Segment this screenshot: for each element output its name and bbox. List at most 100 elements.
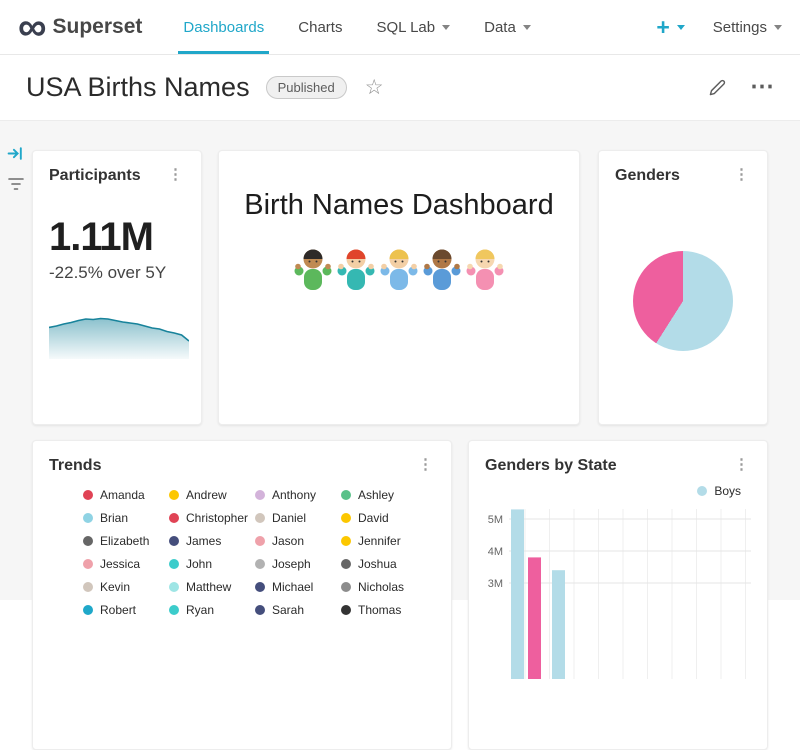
- favorite-star-icon[interactable]: ☆: [365, 75, 384, 100]
- chevron-down-icon: [442, 25, 450, 30]
- legend-dot: [341, 605, 351, 615]
- filter-rail: [7, 145, 24, 191]
- legend-item[interactable]: Jessica: [83, 557, 169, 571]
- big-number-subtitle: -22.5% over 5Y: [49, 263, 185, 283]
- legend-item[interactable]: Elizabeth: [83, 534, 169, 548]
- new-item-button[interactable]: +: [656, 16, 684, 39]
- legend-dot: [83, 605, 93, 615]
- legend-label: Joshua: [358, 557, 397, 571]
- legend-label: Jessica: [100, 557, 140, 571]
- legend-item[interactable]: Nicholas: [341, 580, 427, 594]
- legend-label: John: [186, 557, 212, 571]
- legend-item[interactable]: James: [169, 534, 255, 548]
- legend-label[interactable]: Boys: [714, 484, 741, 498]
- settings-menu[interactable]: Settings: [713, 19, 782, 36]
- superset-logo[interactable]: ∞ Superset: [18, 0, 142, 54]
- child-figure: [337, 246, 375, 292]
- legend-label: Brian: [100, 511, 128, 525]
- legend-dot: [255, 536, 265, 546]
- legend-item[interactable]: John: [169, 557, 255, 571]
- legend-item[interactable]: Ryan: [169, 603, 255, 617]
- legend-label: Elizabeth: [100, 534, 149, 548]
- legend-dot: [341, 559, 351, 569]
- legend-dot: [169, 559, 179, 569]
- legend-label: Ryan: [186, 603, 214, 617]
- legend-dot: [83, 490, 93, 500]
- filter-icon[interactable]: [8, 177, 24, 191]
- genders-pie-chart[interactable]: [633, 251, 733, 351]
- chevron-down-icon: [677, 25, 685, 30]
- legend-label: James: [186, 534, 221, 548]
- legend-item[interactable]: Jennifer: [341, 534, 427, 548]
- legend-item[interactable]: Matthew: [169, 580, 255, 594]
- trends-legend: Amanda AndrewAnthony Ashley Brian Christophe…: [49, 488, 435, 617]
- gbs-legend: Boys: [485, 484, 751, 498]
- trends-card: Trends ⋮ Amanda AndrewAnthony Ashley Brian C…: [32, 440, 452, 750]
- legend-label: Ashley: [358, 488, 394, 502]
- kebab-menu-icon[interactable]: ⋮: [166, 167, 185, 182]
- legend-dot: [255, 513, 265, 523]
- nav-item-charts[interactable]: Charts: [281, 0, 359, 54]
- legend-item[interactable]: Amanda: [83, 488, 169, 502]
- expand-filter-bar-icon[interactable]: [7, 145, 24, 162]
- legend-item[interactable]: Andrew: [169, 488, 255, 502]
- card-head: Trends ⋮: [49, 457, 435, 475]
- legend-item[interactable]: Ashley: [341, 488, 427, 502]
- kebab-menu-icon[interactable]: ⋮: [416, 457, 435, 472]
- legend-item[interactable]: David: [341, 511, 427, 525]
- chevron-down-icon: [523, 25, 531, 30]
- genders-card: Genders ⋮: [598, 150, 768, 425]
- participants-card: Participants ⋮ 1.11M -22.5% over 5Y: [32, 150, 202, 425]
- legend-label: David: [358, 511, 389, 525]
- legend-dot: [341, 536, 351, 546]
- dashboard-heading: Birth Names Dashboard: [235, 189, 563, 222]
- published-badge[interactable]: Published: [266, 76, 347, 99]
- plus-icon: +: [656, 16, 669, 39]
- child-figure: [423, 246, 461, 292]
- legend-item[interactable]: Thomas: [341, 603, 427, 617]
- legend-item[interactable]: Joseph: [255, 557, 341, 571]
- markdown-card: Birth Names Dashboard: [218, 150, 580, 425]
- legend-label: Robert: [100, 603, 136, 617]
- legend-dot: [169, 605, 179, 615]
- legend-dot: [341, 513, 351, 523]
- nav-item-data[interactable]: Data: [467, 0, 548, 54]
- legend-item[interactable]: Brian: [83, 511, 169, 525]
- legend-label: Thomas: [358, 603, 401, 617]
- page-title: USA Births Names: [26, 72, 250, 103]
- legend-item[interactable]: Kevin: [83, 580, 169, 594]
- legend-label: Michael: [272, 580, 313, 594]
- legend-label: Matthew: [186, 580, 231, 594]
- legend-dot: [255, 490, 265, 500]
- dashboard-header: USA Births Names Published ☆ ⋯: [0, 55, 800, 121]
- legend-label: Kevin: [100, 580, 130, 594]
- more-options-icon[interactable]: ⋯: [750, 80, 774, 94]
- legend-item[interactable]: Jason: [255, 534, 341, 548]
- legend-label: Amanda: [100, 488, 145, 502]
- card-head: Genders by State ⋮: [485, 457, 751, 475]
- legend-dot: [169, 536, 179, 546]
- edit-pencil-icon[interactable]: [709, 79, 726, 96]
- legend-dot: [255, 559, 265, 569]
- header-actions: ⋯: [709, 79, 774, 96]
- kebab-menu-icon[interactable]: ⋮: [732, 167, 751, 182]
- child-figure: [294, 246, 332, 292]
- legend-item[interactable]: Christopher: [169, 511, 255, 525]
- legend-item[interactable]: Joshua: [341, 557, 427, 571]
- child-figure: [380, 246, 418, 292]
- navbar: ∞ Superset Dashboards Charts SQL Lab Dat…: [0, 0, 800, 55]
- legend-label: Jason: [272, 534, 304, 548]
- legend-item[interactable]: Sarah: [255, 603, 341, 617]
- legend-item[interactable]: Daniel: [255, 511, 341, 525]
- nav-label: SQL Lab: [376, 19, 435, 36]
- card-head: Participants ⋮: [49, 167, 185, 185]
- legend-item[interactable]: Anthony: [255, 488, 341, 502]
- legend-item[interactable]: Robert: [83, 603, 169, 617]
- legend-label: Joseph: [272, 557, 311, 571]
- genders-by-state-chart[interactable]: 5M4M3M: [485, 503, 753, 683]
- nav-item-dashboards[interactable]: Dashboards: [166, 0, 281, 54]
- legend-item[interactable]: Michael: [255, 580, 341, 594]
- nav-item-sql-lab[interactable]: SQL Lab: [359, 0, 467, 54]
- big-number: 1.11M: [49, 215, 185, 260]
- kebab-menu-icon[interactable]: ⋮: [732, 457, 751, 472]
